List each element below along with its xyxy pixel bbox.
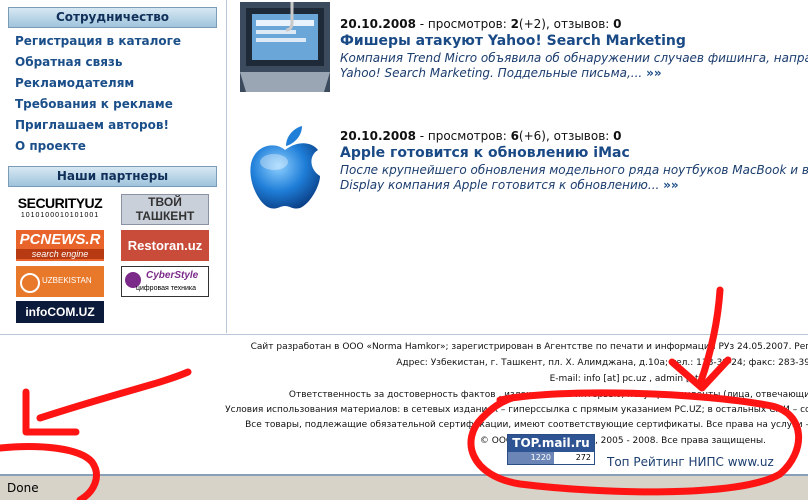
cyberstyle-sub-text: цифровая техника (136, 285, 196, 292)
news-1-excerpt: Компания Trend Micro объявила об обнаруж… (340, 51, 808, 81)
news-1-meta: 20.10.2008 - просмотров: 2(+2), отзывов:… (340, 17, 622, 31)
pcnews-logo-text: PCNEWS.R (19, 231, 101, 248)
partner-pcnews-banner[interactable]: PCNEWS.R search engine (16, 230, 104, 261)
partners-header: Наши партнеры (8, 166, 217, 187)
topmail-counter-banner[interactable]: TOP.mail.ru 1220 272 (507, 434, 595, 465)
footer-line-3: E-mail: info [at] pc.uz , admin [at] (549, 374, 702, 384)
partner-restoran-banner[interactable]: Restoran.uz (121, 230, 209, 261)
footer-line-1: Сайт разработан в ООО «Norma Hamkor»; за… (250, 342, 808, 352)
footer-line-6: Все товары, подлежащие обязательной серт… (245, 420, 808, 430)
news-2-reviews-label: , отзывов: (545, 129, 614, 143)
topmail-count-1: 1220 (508, 452, 554, 464)
news-1-title[interactable]: Фишеры атакуют Yahoo! Search Marketing (340, 33, 686, 49)
footer-line-4: Ответственность за достоверность фактов … (288, 390, 808, 400)
footer-line-2: Адрес: Узбекистан, г. Ташкент, пл. Х. Ал… (396, 358, 808, 368)
partner-ite-banner[interactable]: UZBEKISTAN (16, 266, 104, 297)
news-2-meta: 20.10.2008 - просмотров: 6(+6), отзывов:… (340, 129, 622, 143)
link-ad-requirements[interactable]: Требования к рекламе (15, 94, 181, 115)
news-1-thumbnail[interactable] (240, 2, 330, 92)
news-2-title[interactable]: Apple готовится к обновлению iMac (340, 145, 630, 161)
browser-status-bar: Done (0, 474, 808, 500)
news-1-reviews-label: , отзывов: (545, 17, 614, 31)
news-1-excerpt-line2-wrap: Yahoo! Search Marketing. Поддельные пись… (340, 66, 808, 81)
phishing-laptop-icon (240, 2, 330, 92)
cyberstyle-logo-text: CyberStyle (146, 270, 199, 281)
left-sidebar: Сотрудничество Регистрация в каталоге Об… (0, 0, 227, 333)
footer-divider (0, 334, 808, 335)
cooperation-links: Регистрация в каталоге Обратная связь Ре… (15, 31, 181, 157)
link-invite-authors[interactable]: Приглашаем авторов! (15, 115, 181, 136)
news-1-views-delta: (+2) (518, 17, 546, 31)
news-1-views: 2 (510, 17, 519, 31)
news-2-excerpt-line2: Display компания Apple готовится к обнов… (340, 178, 660, 192)
ite-circle-icon (20, 273, 40, 293)
security-binary-text: 1010100010101001 (20, 212, 100, 219)
tvoy-line1: ТВОЙ (148, 195, 182, 209)
news-1-excerpt-line2: Yahoo! Search Marketing. Поддельные пись… (340, 66, 643, 80)
news-1-reviews: 0 (613, 17, 622, 31)
partner-infocom-banner[interactable]: infoCOM.UZ (16, 301, 104, 323)
infocom-logo-text: infoCOM.UZ (25, 305, 95, 319)
partner-cyberstyle-banner[interactable]: CyberStyle цифровая техника (121, 266, 209, 297)
footer-line-5: Условия использования материалов: в сете… (225, 405, 808, 415)
left-arrow-shaft (36, 368, 192, 422)
news-1-views-label: - просмотров: (415, 17, 511, 31)
news-1-date: 20.10.2008 (340, 17, 416, 31)
news-2-more-link[interactable]: »» (663, 178, 679, 192)
tvoy-line2: ТАШКЕНТ (135, 209, 195, 223)
restoran-logo-text: Restoran.uz (127, 238, 203, 253)
topmail-count-2: 272 (554, 452, 594, 464)
news-2-excerpt-line2-wrap: Display компания Apple готовится к обнов… (340, 178, 808, 193)
news-2-views: 6 (510, 129, 519, 143)
link-feedback[interactable]: Обратная связь (15, 52, 181, 73)
security-logo-text: SECURITYUZ (17, 195, 103, 211)
right-arrow-shaft (696, 286, 724, 388)
news-2-excerpt: После крупнейшего обновления модельного … (340, 163, 808, 193)
topmail-logo: TOP.mail.ru (508, 435, 594, 452)
link-about[interactable]: О проекте (15, 136, 181, 157)
news-2-reviews: 0 (613, 129, 622, 143)
partner-tvoy-tashkent-banner[interactable]: ТВОЙ ТАШКЕНТ (121, 194, 209, 225)
left-arrow-head (22, 388, 80, 436)
news-2-views-label: - просмотров: (415, 129, 511, 143)
news-2-thumbnail[interactable] (240, 122, 330, 212)
news-1-more-link[interactable]: »» (646, 66, 662, 80)
cooperation-header: Сотрудничество (8, 7, 217, 28)
status-text: Done (7, 481, 39, 495)
news-2-views-delta: (+6) (518, 129, 546, 143)
ite-text: UZBEKISTAN (42, 276, 92, 285)
link-advertisers[interactable]: Рекламодателям (15, 73, 181, 94)
pcnews-sub-text: search engine (16, 249, 104, 259)
apple-logo-icon (250, 126, 320, 209)
partner-security-banner[interactable]: SECURITYUZ 1010100010101001 (16, 194, 104, 225)
news-2-date: 20.10.2008 (340, 129, 416, 143)
news-1-excerpt-line1: Компания Trend Micro объявила об обнаруж… (340, 51, 808, 65)
news-2-excerpt-line1: После крупнейшего обновления модельного … (340, 163, 808, 177)
link-catalog-registration[interactable]: Регистрация в каталоге (15, 31, 181, 52)
nips-rating-link[interactable]: Топ Рейтинг НИПС www.uz (607, 455, 774, 469)
